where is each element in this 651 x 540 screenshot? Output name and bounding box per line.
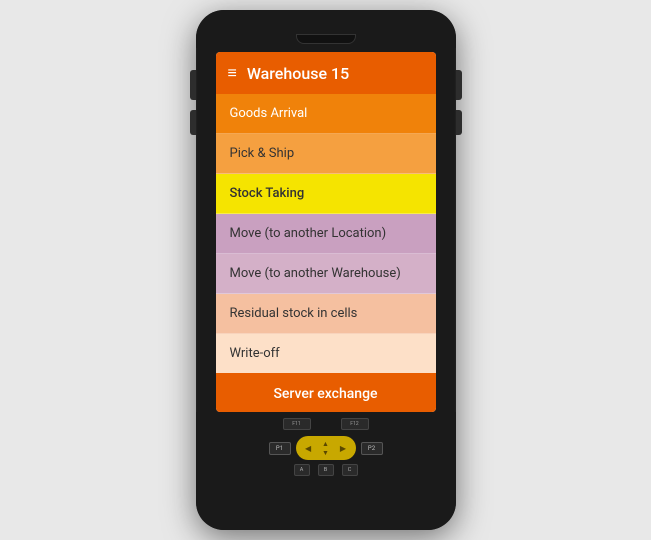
menu-item-move-warehouse[interactable]: Move (to another Warehouse) xyxy=(216,254,436,294)
nav-left-icon[interactable]: ◀ xyxy=(305,444,311,453)
device-screen: ≡ Warehouse 15 Goods Arrival Pick & Ship… xyxy=(216,52,436,412)
nav-up-icon[interactable]: ▲ xyxy=(322,440,329,448)
menu-item-residual[interactable]: Residual stock in cells xyxy=(216,294,436,334)
p-key-p1[interactable]: P1 xyxy=(269,442,291,455)
abc-keys-row: A B C xyxy=(294,464,358,476)
key-a[interactable]: A xyxy=(294,464,310,476)
device-notch xyxy=(296,34,356,44)
app-header: ≡ Warehouse 15 xyxy=(216,52,436,94)
side-button-left-top[interactable] xyxy=(190,70,196,100)
device-keypad: F11 F12 P1 ◀ ▲ ▼ ▶ P2 xyxy=(196,412,456,530)
server-exchange-button[interactable]: Server exchange xyxy=(216,373,436,412)
nav-cluster[interactable]: ◀ ▲ ▼ ▶ xyxy=(296,436,356,460)
menu-item-move-location[interactable]: Move (to another Location) xyxy=(216,214,436,254)
device-top xyxy=(196,10,456,48)
handheld-device: ≡ Warehouse 15 Goods Arrival Pick & Ship… xyxy=(196,10,456,530)
nav-row: P1 ◀ ▲ ▼ ▶ P2 xyxy=(269,436,383,460)
menu-item-goods-arrival[interactable]: Goods Arrival xyxy=(216,94,436,134)
app-title: Warehouse 15 xyxy=(247,64,349,83)
nav-down-icon[interactable]: ▼ xyxy=(322,449,329,457)
fn-keys-row: F11 F12 xyxy=(283,418,369,430)
hamburger-icon[interactable]: ≡ xyxy=(228,65,237,81)
menu-item-stock-taking[interactable]: Stock Taking xyxy=(216,174,436,214)
menu-list: Goods Arrival Pick & Ship Stock Taking M… xyxy=(216,94,436,373)
nav-right-icon[interactable]: ▶ xyxy=(340,444,346,453)
key-b[interactable]: B xyxy=(318,464,334,476)
menu-item-pick-ship[interactable]: Pick & Ship xyxy=(216,134,436,174)
side-button-left-mid[interactable] xyxy=(190,110,196,135)
side-button-right-top[interactable] xyxy=(456,70,462,100)
menu-item-writeoff[interactable]: Write-off xyxy=(216,334,436,373)
fn-key-f12[interactable]: F12 xyxy=(341,418,369,430)
p-key-p2[interactable]: P2 xyxy=(361,442,383,455)
key-c[interactable]: C xyxy=(342,464,358,476)
side-button-right-mid[interactable] xyxy=(456,110,462,135)
fn-key-f11[interactable]: F11 xyxy=(283,418,311,430)
